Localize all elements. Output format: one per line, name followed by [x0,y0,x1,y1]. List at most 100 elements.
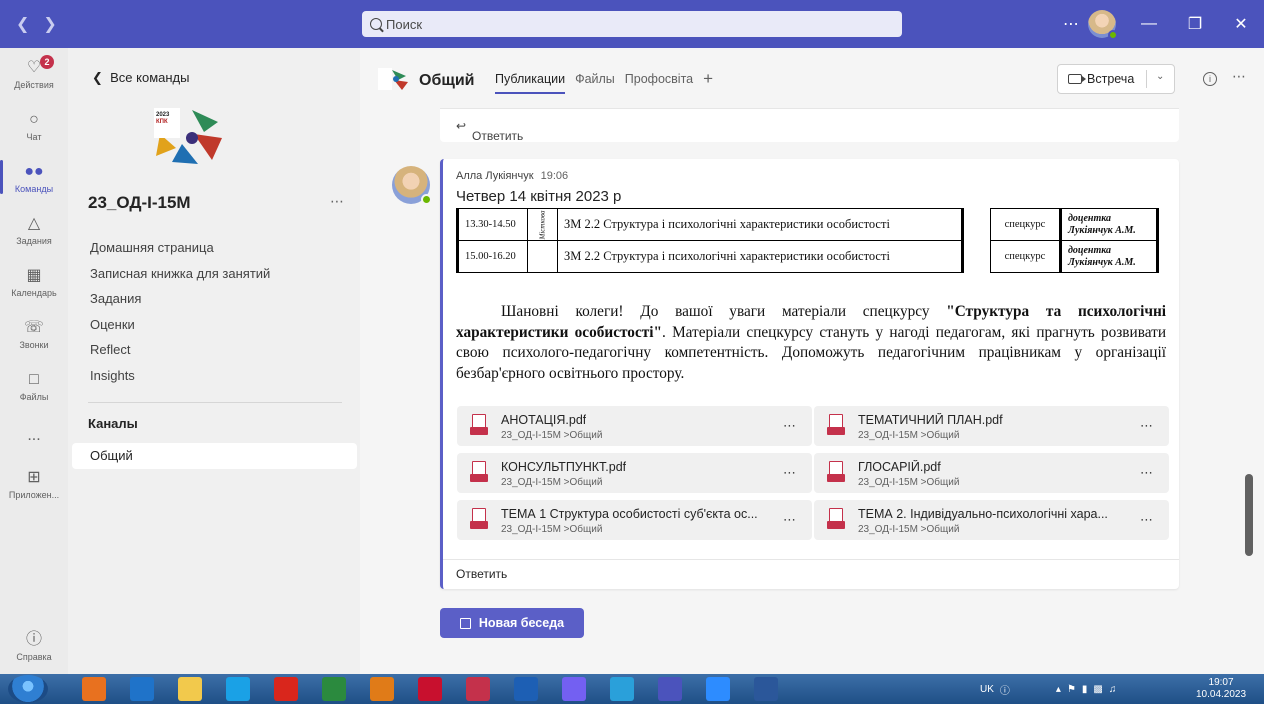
help-icon[interactable]: ⓘ [1000,682,1010,697]
team-link-assignments[interactable]: Задания [90,291,270,317]
taskbar-app-icon[interactable] [274,677,298,701]
settings-more-icon[interactable]: ⋯ [1054,14,1088,34]
previous-reply-bar[interactable]: ↩ Ответить [440,108,1179,143]
file-name: АНОТАЦІЯ.pdf [501,413,587,427]
more-options-icon[interactable]: ⋯ [1232,68,1246,85]
taskbar-app-icon[interactable] [178,677,202,701]
flag-icon[interactable]: ⚑ [1067,684,1076,695]
rail-label: Чат [26,132,42,142]
file-card[interactable]: ТЕМА 2. Індивідуально-психологічні хара.… [814,500,1169,540]
taskbar-app-icon[interactable] [226,677,250,701]
forward-arrow-icon[interactable]: ❯ [43,14,56,34]
info-icon[interactable]: i [1203,72,1217,86]
taskbar-app-icon[interactable] [130,677,154,701]
file-more-icon[interactable]: ⋯ [1140,418,1153,434]
file-card[interactable]: КОНСУЛЬТПУНКТ.pdf 23_ОД-І-15М >Общий ⋯ [457,453,812,493]
file-more-icon[interactable]: ⋯ [783,512,796,528]
rail-more[interactable]: ... [0,426,68,448]
search-icon [370,18,382,30]
taskbar-app-icon[interactable] [82,677,106,701]
taskbar-app-icon[interactable] [370,677,394,701]
rail-teams[interactable]: ●● Команды [0,162,68,194]
schedule-gap [960,208,991,241]
scrollbar-thumb[interactable] [1245,474,1253,556]
chevron-down-icon[interactable]: ⌄ [1156,71,1164,82]
close-button[interactable]: ✕ [1218,14,1264,34]
team-links: Домашняя страница Записная книжка для за… [90,240,270,393]
user-avatar[interactable] [1088,10,1118,40]
team-link-grades[interactable]: Оценки [90,317,270,343]
search-input[interactable]: Поиск [362,11,902,37]
file-path: 23_ОД-І-15М >Общий [858,524,960,535]
pdf-file-icon [470,414,488,438]
back-arrow-icon[interactable]: ❮ [16,14,29,34]
schedule-subject: ЗМ 2.2 Структура і психологічні характер… [556,208,964,241]
clock[interactable]: 19:07 10.04.2023 [1196,677,1246,701]
rail-calls[interactable]: ☏ Звонки [0,318,68,350]
minimize-button[interactable]: — [1126,15,1172,33]
file-name: ГЛОСАРІЙ.pdf [858,460,941,474]
rail-apps[interactable]: ⊞ Приложен... [0,468,68,500]
body-start: Шановні колеги! До вашої уваги матеріали… [501,303,947,320]
rail-label: Справка [16,652,52,662]
language-indicator[interactable]: UK [980,684,994,695]
rail-help[interactable]: ⓘ Справка [0,630,68,662]
rail-calendar[interactable]: ▦ Календарь [0,266,68,298]
file-card[interactable]: АНОТАЦІЯ.pdf 23_ОД-І-15М >Общий ⋯ [457,406,812,446]
new-conversation-label: Новая беседа [478,616,565,630]
team-link-insights[interactable]: Insights [90,368,270,394]
tab-files[interactable]: Файлы [575,72,615,94]
rail-files[interactable]: □ Файлы [0,370,68,402]
taskbar-app-icon[interactable] [706,677,730,701]
battery-icon[interactable]: ▮ [1082,684,1088,695]
file-card[interactable]: ГЛОСАРІЙ.pdf 23_ОД-І-15М >Общий ⋯ [814,453,1169,493]
team-more-icon[interactable]: ⋯ [330,193,344,210]
rail-activity[interactable]: ♡ 2 Действия [0,55,68,90]
add-tab-icon[interactable]: + [703,70,713,94]
team-panel: ❮ Все команды 2023 КПК 23_ОД-І-15М ⋯ Дом… [68,48,360,674]
taskbar-app-icon[interactable] [418,677,442,701]
tray-expand-icon[interactable]: ▴ [1056,684,1061,695]
file-more-icon[interactable]: ⋯ [1140,512,1153,528]
rail-assignments[interactable]: △ Задания [0,214,68,246]
post-body: Шановні колеги! До вашої уваги матеріали… [456,302,1166,384]
file-more-icon[interactable]: ⋯ [1140,465,1153,481]
file-name: ТЕМА 2. Індивідуально-психологічні хара.… [858,507,1108,521]
pdf-file-icon [470,508,488,532]
file-card[interactable]: ТЕМАТИЧНИЙ ПЛАН.pdf 23_ОД-І-15М >Общий ⋯ [814,406,1169,446]
reply-input[interactable]: Ответить [456,567,507,581]
team-link-reflect[interactable]: Reflect [90,342,270,368]
taskbar-app-icon[interactable] [514,677,538,701]
tab-profosvita[interactable]: Профосвіта [625,72,693,94]
author-name[interactable]: Алла Лукіянчук [456,170,534,182]
title-controls: ⋯ — ❐ ✕ [1054,0,1264,48]
file-path: 23_ОД-І-15М >Общий [858,430,960,441]
app-rail: ♡ 2 Действия ○ Чат ●● Команды △ Задания … [0,48,68,674]
taskbar-app-icon[interactable] [754,677,778,701]
new-conversation-button[interactable]: Новая беседа [440,608,584,638]
team-link-home[interactable]: Домашняя страница [90,240,270,266]
channel-item-general[interactable]: Общий [72,443,357,469]
author-avatar[interactable] [392,166,432,205]
calendar-icon: ▦ [26,267,42,284]
file-card[interactable]: ТЕМА 1 Структура особистості суб'єкта ос… [457,500,812,540]
taskbar-app-icon[interactable] [322,677,346,701]
file-more-icon[interactable]: ⋯ [783,465,796,481]
start-button[interactable] [8,675,48,703]
team-link-notebook[interactable]: Записная книжка для занятий [90,266,270,292]
tab-posts[interactable]: Публикации [495,72,566,94]
signal-icon[interactable]: ▩ [1093,684,1102,695]
taskbar-app-icon[interactable] [610,677,634,701]
maximize-button[interactable]: ❐ [1172,14,1218,34]
rail-chat[interactable]: ○ Чат [0,110,68,142]
taskbar-app-icon[interactable] [562,677,586,701]
volume-icon[interactable]: ♫ [1109,684,1117,695]
taskbar-app-icon[interactable] [466,677,490,701]
all-teams-link[interactable]: ❮ Все команды [92,70,189,86]
taskbar-app-icon[interactable] [658,677,682,701]
file-more-icon[interactable]: ⋯ [783,418,796,434]
rail-label: Файлы [19,392,49,402]
apps-icon: ⊞ [27,469,41,486]
meet-button[interactable]: Встреча ⌄ [1057,64,1175,94]
system-tray: UK ⓘ ▴ ⚑ ▮ ▩ ♫ [980,674,1116,704]
